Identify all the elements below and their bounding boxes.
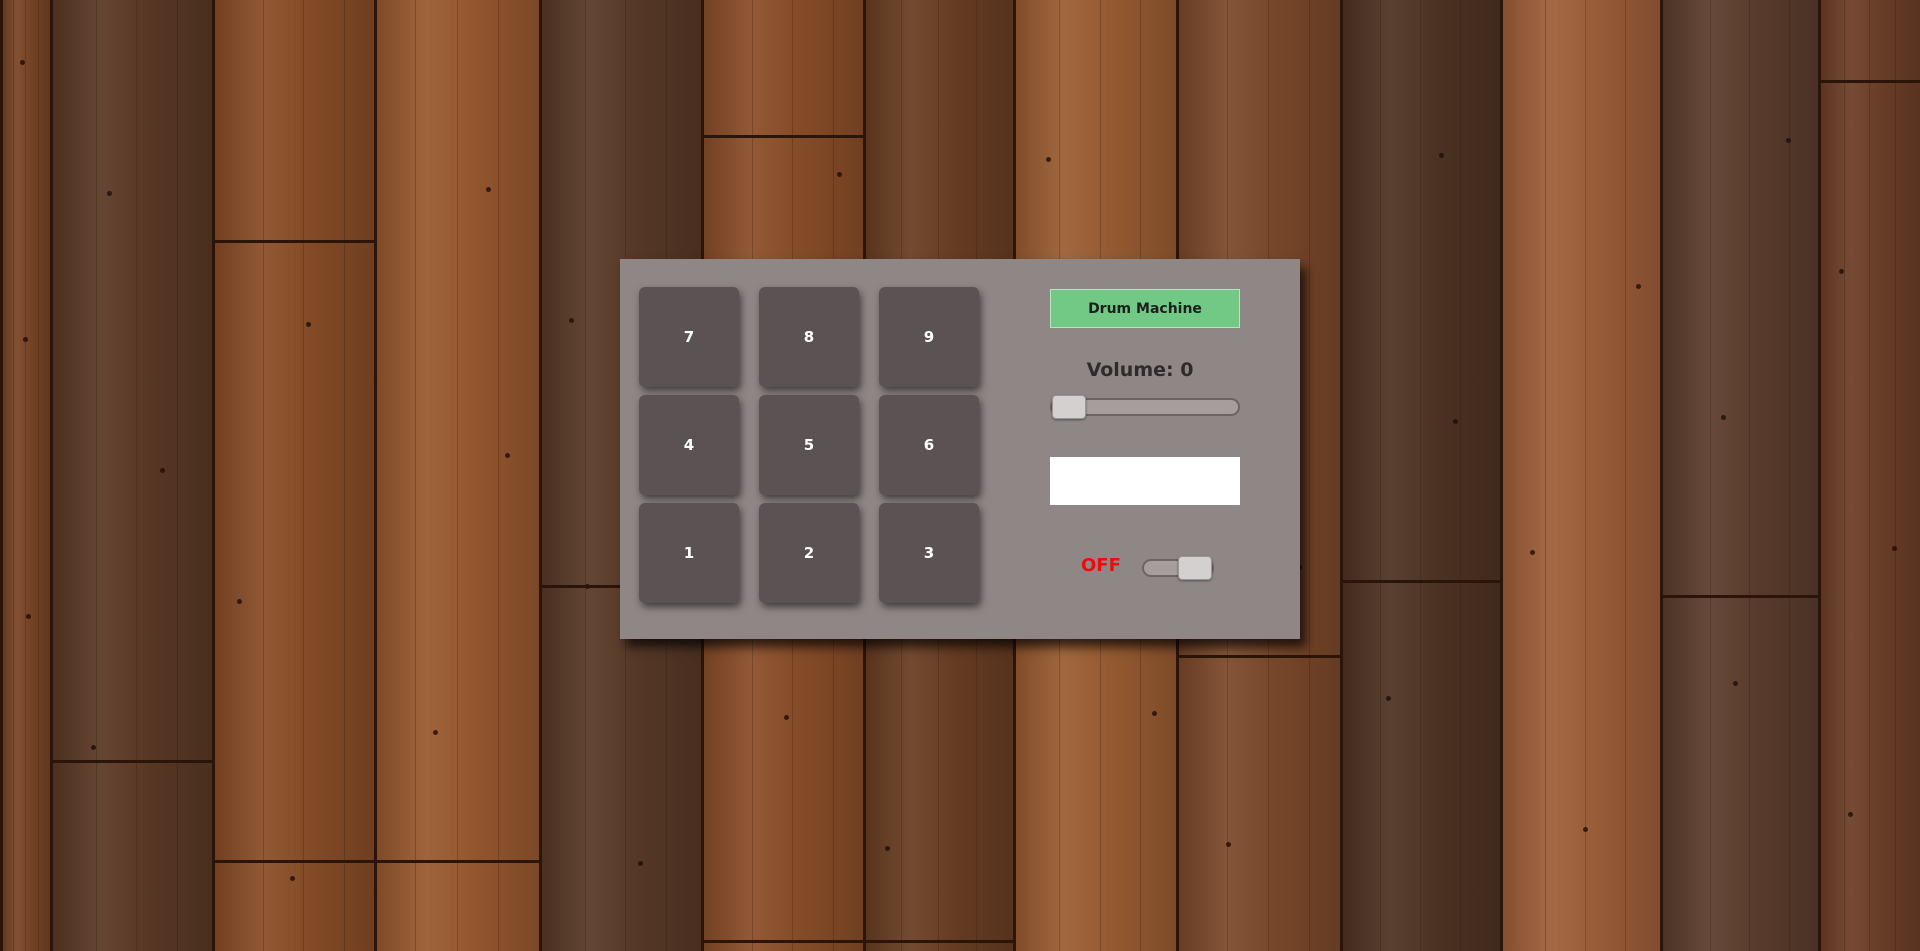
drum-machine-panel: 7 8 9 4 5 6 1 2 3 Drum Machine Volume: 0… (620, 259, 1300, 639)
drum-pad-8[interactable]: 8 (759, 287, 859, 387)
wood-grain (1585, 0, 1586, 951)
plank-seam (1818, 80, 1920, 83)
volume-slider-handle[interactable] (1052, 395, 1086, 419)
controls-panel: Drum Machine Volume: 0 OFF (1050, 259, 1270, 639)
plank-seam (863, 940, 1013, 943)
wood-grain (1420, 0, 1421, 951)
wood-grain (303, 0, 304, 951)
drum-pad-3[interactable]: 3 (879, 503, 979, 603)
volume-label: Volume: 0 (1086, 359, 1194, 381)
wood-knot (1839, 269, 1844, 274)
wood-grain (1545, 0, 1546, 951)
wood-knot (433, 730, 438, 735)
wood-grain (1844, 0, 1845, 951)
wood-knot (237, 599, 242, 604)
wood-plank (1660, 0, 1818, 951)
wood-grain (585, 0, 586, 951)
power-toggle[interactable] (1142, 556, 1214, 580)
wood-knot (1439, 153, 1444, 158)
wood-knot (1786, 138, 1791, 143)
drum-pad-1[interactable]: 1 (639, 503, 739, 603)
wood-knot (1453, 419, 1458, 424)
plank-seam (212, 860, 374, 863)
drum-pad-9[interactable]: 9 (879, 287, 979, 387)
drum-pad-6[interactable]: 6 (879, 395, 979, 495)
wood-knot (638, 861, 643, 866)
plank-seam (212, 240, 374, 243)
wood-grain (1895, 0, 1896, 951)
wood-knot (885, 846, 890, 851)
wood-grain (13, 0, 14, 951)
wood-knot (505, 453, 510, 458)
drum-pad-5[interactable]: 5 (759, 395, 859, 495)
power-toggle-handle[interactable] (1178, 556, 1212, 580)
wood-knot (160, 468, 165, 473)
wood-grain (1625, 0, 1626, 951)
plank-seam (1660, 595, 1818, 598)
wood-grain (1869, 0, 1870, 951)
wood-grain (263, 0, 264, 951)
sound-display (1050, 457, 1240, 505)
wood-grain (1460, 0, 1461, 951)
wood-knot (1530, 550, 1535, 555)
wood-knot (1721, 415, 1726, 420)
wood-grain (1309, 0, 1310, 951)
plank-seam (1176, 655, 1340, 658)
wood-knot (1636, 284, 1641, 289)
drum-pad-2[interactable]: 2 (759, 503, 859, 603)
wood-grain (415, 0, 416, 951)
wood-grain (498, 0, 499, 951)
app-title: Drum Machine (1050, 289, 1240, 328)
wood-grain (344, 0, 345, 951)
wood-knot (1386, 696, 1391, 701)
plank-seam (50, 760, 212, 763)
wood-grain (25, 0, 26, 951)
plank-seam (1340, 580, 1500, 583)
wood-knot (91, 745, 96, 750)
wood-knot (306, 322, 311, 327)
wood-grain (457, 0, 458, 951)
power-status-label: OFF (1081, 555, 1121, 576)
wood-knot (569, 318, 574, 323)
plank-seam (701, 940, 863, 943)
plank-seam (701, 135, 863, 138)
wood-knot (23, 337, 28, 342)
drum-pad-4[interactable]: 4 (639, 395, 739, 495)
pad-bank: 7 8 9 4 5 6 1 2 3 (639, 287, 979, 603)
wood-grain (96, 0, 97, 951)
wood-knot (784, 715, 789, 720)
wood-knot (1848, 812, 1853, 817)
wood-plank (1500, 0, 1660, 951)
wood-knot (1892, 546, 1897, 551)
wood-knot (20, 60, 25, 65)
drum-pad-7[interactable]: 7 (639, 287, 739, 387)
wood-knot (486, 187, 491, 192)
wood-knot (290, 876, 295, 881)
wood-knot (1583, 827, 1588, 832)
wood-grain (1710, 0, 1711, 951)
wood-plank (50, 0, 212, 951)
volume-slider[interactable] (1050, 395, 1240, 419)
wood-knot (1152, 711, 1157, 716)
wood-plank (212, 0, 374, 951)
wood-knot (1046, 157, 1051, 162)
wood-grain (1749, 0, 1750, 951)
wood-grain (177, 0, 178, 951)
wood-grain (136, 0, 137, 951)
wood-knot (107, 191, 112, 196)
wood-knot (837, 172, 842, 177)
wood-knot (26, 614, 31, 619)
wood-knot (1226, 842, 1231, 847)
wood-grain (1380, 0, 1381, 951)
wood-grain (38, 0, 39, 951)
plank-seam (374, 860, 539, 863)
wood-knot (1733, 681, 1738, 686)
